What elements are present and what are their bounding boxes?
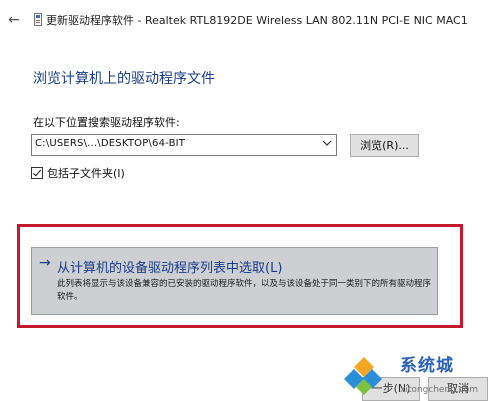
update-driver-window: ← 更新驱动程序软件 - Realtek RTL8192DE Wireless … bbox=[0, 0, 500, 401]
device-icon bbox=[34, 13, 42, 26]
watermark-url: xitongcheng.com bbox=[400, 385, 478, 395]
annotation-highlight-frame bbox=[17, 224, 463, 328]
watermark-logo-icon bbox=[344, 357, 382, 395]
chevron-down-icon[interactable] bbox=[321, 138, 333, 152]
browse-button[interactable]: 浏览(R)... bbox=[350, 134, 419, 157]
include-subfolders-label[interactable]: 包括子文件夹(I) bbox=[47, 165, 125, 181]
search-path-value[interactable]: C:\USERS\...\DESKTOP\64-BIT bbox=[35, 138, 185, 149]
window-title: 更新驱动程序软件 - Realtek RTL8192DE Wireless LA… bbox=[46, 14, 468, 27]
watermark-text: 系统城 bbox=[400, 356, 454, 376]
site-watermark: 系统城 xitongcheng.com bbox=[340, 349, 500, 401]
include-subfolders-checkbox[interactable] bbox=[31, 167, 43, 179]
search-location-label: 在以下位置搜索驱动程序软件: bbox=[33, 116, 180, 129]
back-arrow-icon[interactable]: ← bbox=[6, 12, 22, 28]
search-path-combobox[interactable]: C:\USERS\...\DESKTOP\64-BIT bbox=[31, 134, 337, 156]
page-heading: 浏览计算机上的驱动程序文件 bbox=[33, 71, 215, 87]
include-subfolders-option[interactable]: 包括子文件夹(I) bbox=[31, 165, 125, 181]
title-bar: ← 更新驱动程序软件 - Realtek RTL8192DE Wireless … bbox=[0, 0, 500, 40]
